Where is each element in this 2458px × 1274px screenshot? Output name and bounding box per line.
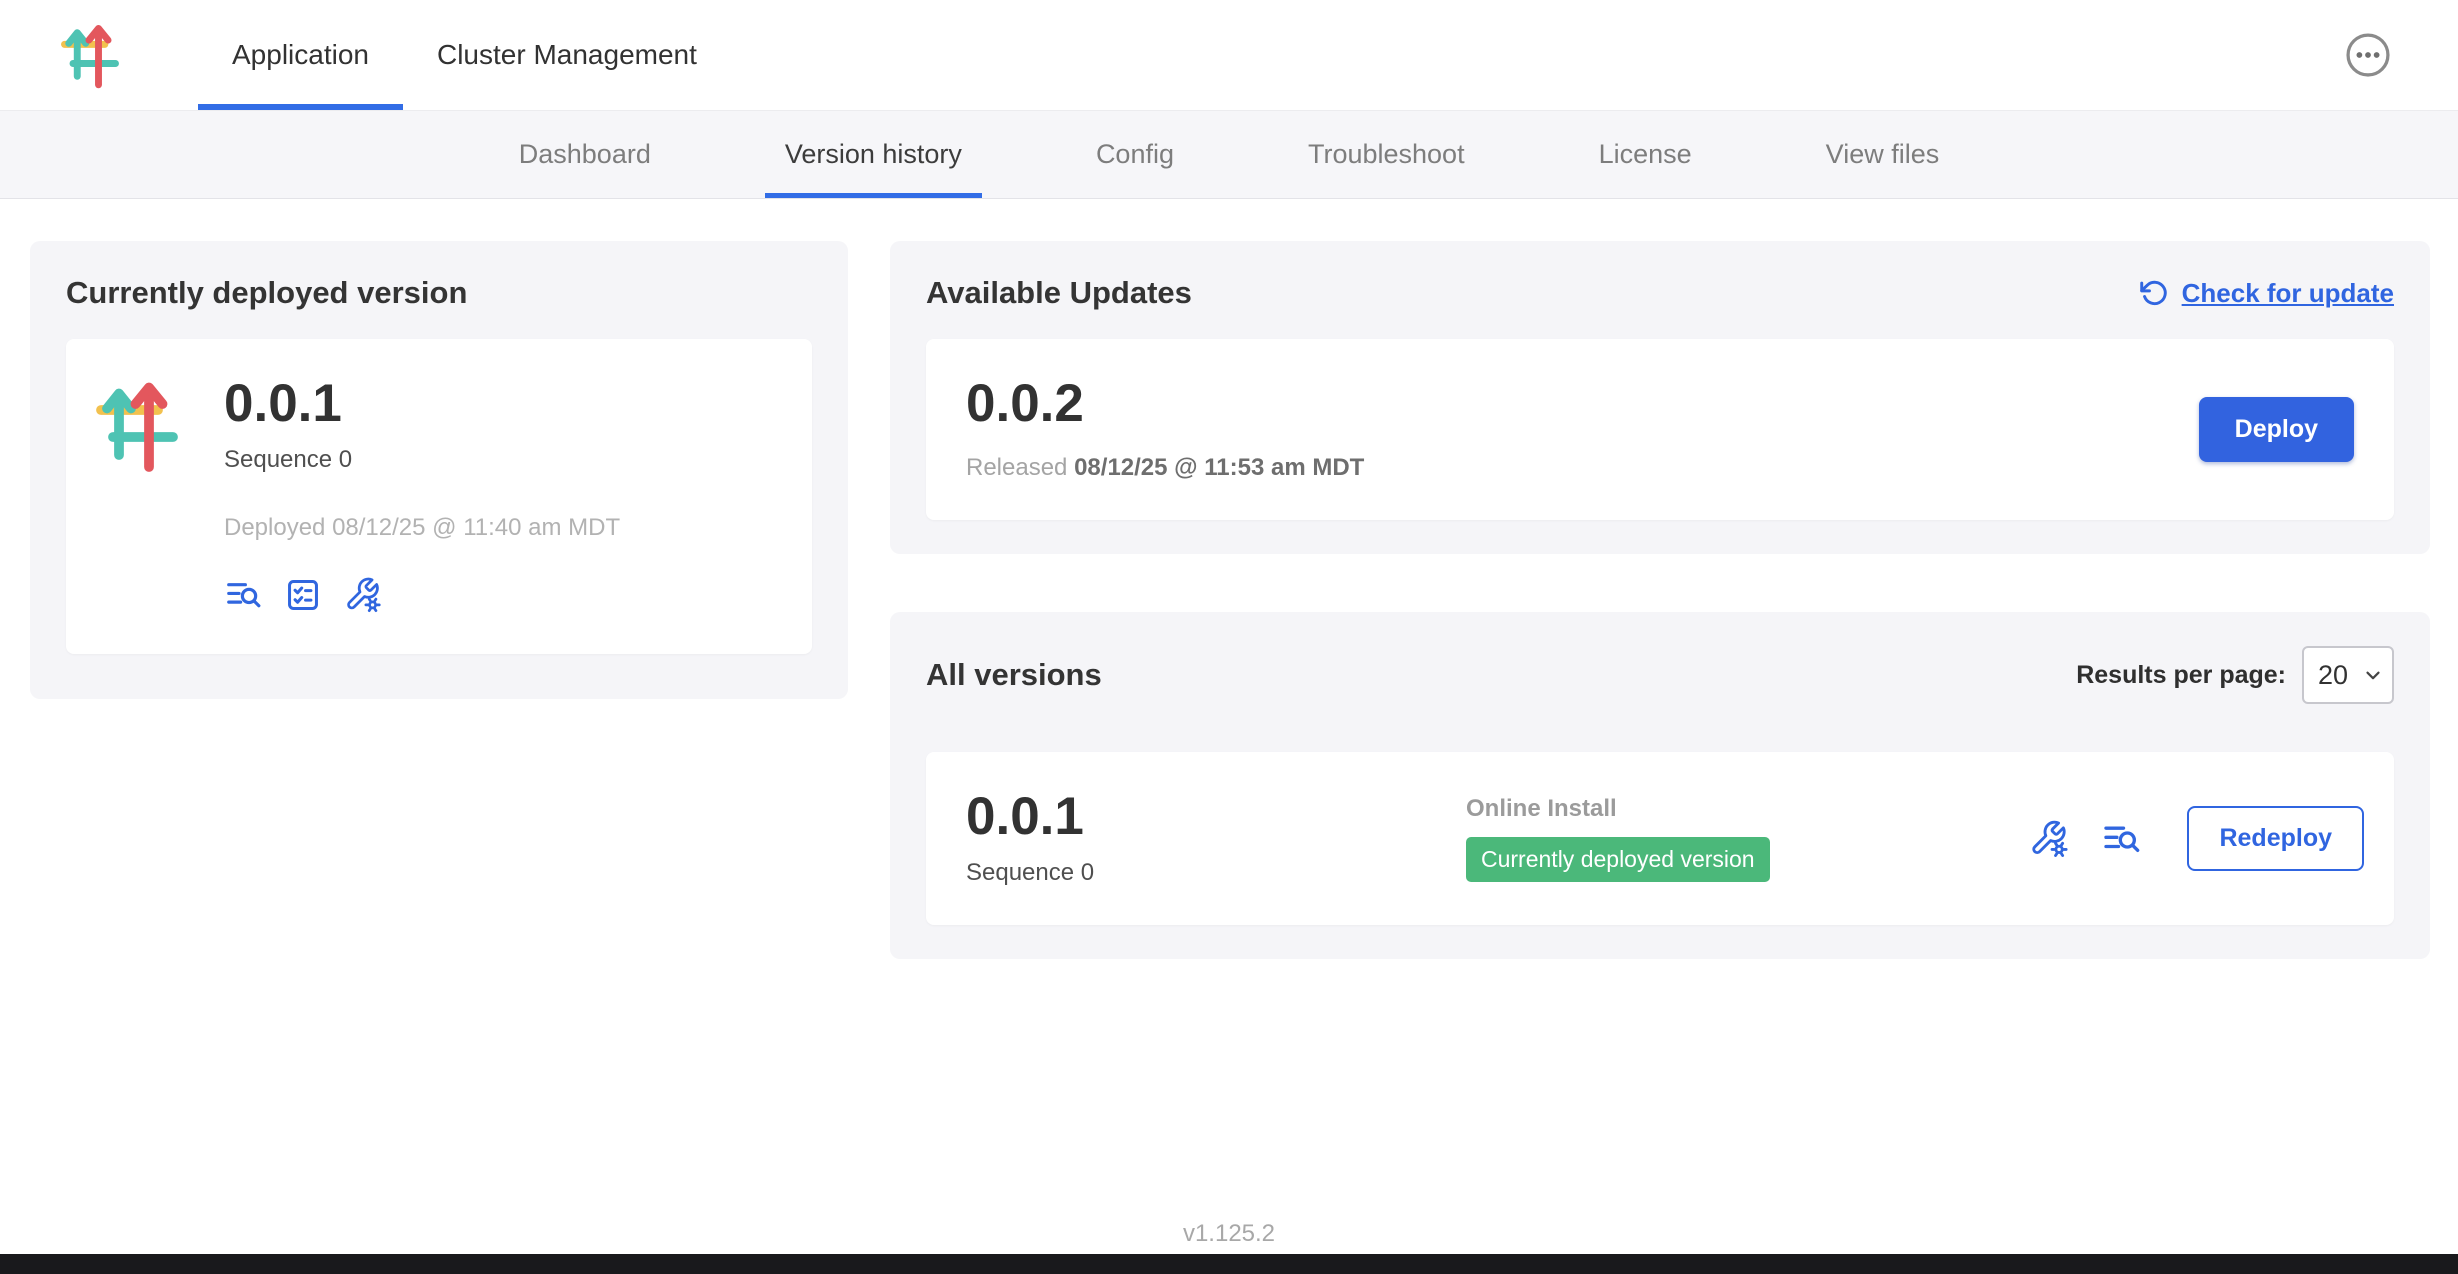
edit-config-wrench-icon[interactable] xyxy=(2029,819,2069,859)
install-type-label: Online Install xyxy=(1466,795,2029,823)
subnav-item-license[interactable]: License xyxy=(1579,111,1712,198)
refresh-ccw-icon xyxy=(2138,277,2170,309)
currently-deployed-title: Currently deployed version xyxy=(66,275,812,311)
version-row: 0.0.1 Sequence 0 Online Install Currentl… xyxy=(926,752,2394,925)
version-row-status: Online Install Currently deployed versio… xyxy=(1466,795,2029,882)
results-per-page: Results per page: 20 xyxy=(2076,646,2394,704)
preflight-checklist-icon[interactable] xyxy=(284,576,322,614)
view-diff-icon[interactable] xyxy=(224,576,262,614)
available-updates-header: Available Updates Check for update xyxy=(926,275,2394,311)
right-column: Available Updates Check for update 0.0.2… xyxy=(890,241,2430,959)
deployed-version-panel: 0.0.1 Sequence 0 Deployed 08/12/25 @ 11:… xyxy=(66,339,812,654)
available-update-row: 0.0.2 Released 08/12/25 @ 11:53 am MDT D… xyxy=(926,339,2394,520)
available-updates-card: Available Updates Check for update 0.0.2… xyxy=(890,241,2430,554)
subnav-item-config[interactable]: Config xyxy=(1076,111,1194,198)
subnav-item-view-files[interactable]: View files xyxy=(1806,111,1960,198)
redeploy-button[interactable]: Redeploy xyxy=(2187,806,2364,871)
row-sequence: Sequence 0 xyxy=(966,859,1466,887)
deployed-version-actions xyxy=(224,576,620,614)
subnav-item-version-history[interactable]: Version history xyxy=(765,111,982,198)
results-per-page-select[interactable]: 20 xyxy=(2302,646,2394,704)
header-tabs: Application Cluster Management xyxy=(198,0,731,110)
header-tab-cluster-management[interactable]: Cluster Management xyxy=(403,0,731,110)
main-content: Currently deployed version 0.0.1 Sequenc… xyxy=(0,199,2458,959)
subnav-item-dashboard[interactable]: Dashboard xyxy=(499,111,671,198)
ellipsis-circle-icon xyxy=(2345,32,2391,78)
view-diff-icon[interactable] xyxy=(2101,819,2141,859)
row-version-number: 0.0.1 xyxy=(966,790,1466,843)
all-versions-title: All versions xyxy=(926,657,1102,693)
deploy-button[interactable]: Deploy xyxy=(2199,397,2354,462)
available-updates-title: Available Updates xyxy=(926,275,1192,311)
results-per-page-select-wrap: 20 xyxy=(2302,646,2394,704)
app-header: Application Cluster Management xyxy=(0,0,2458,111)
deployed-version-number: 0.0.1 xyxy=(224,377,620,430)
app-logo-icon xyxy=(92,377,182,473)
app-logo xyxy=(58,21,122,89)
header-tab-application[interactable]: Application xyxy=(198,0,403,110)
update-released-line: Released 08/12/25 @ 11:53 am MDT xyxy=(966,454,1364,482)
console-version: v1.125.2 xyxy=(0,1220,2458,1248)
edit-config-wrench-icon[interactable] xyxy=(344,576,382,614)
all-versions-card: All versions Results per page: 20 xyxy=(890,612,2430,959)
all-versions-header: All versions Results per page: 20 xyxy=(926,646,2394,704)
version-row-details: 0.0.1 Sequence 0 xyxy=(966,790,1466,887)
bottom-bar xyxy=(0,1254,2458,1274)
more-menu-button[interactable] xyxy=(2344,31,2392,79)
version-row-actions: Redeploy xyxy=(2029,806,2364,871)
results-per-page-label: Results per page: xyxy=(2076,661,2286,690)
currently-deployed-card: Currently deployed version 0.0.1 Sequenc… xyxy=(30,241,848,699)
deployed-sequence: Sequence 0 xyxy=(224,446,620,474)
currently-deployed-badge: Currently deployed version xyxy=(1466,837,1770,882)
released-prefix: Released xyxy=(966,454,1067,481)
check-for-update-label: Check for update xyxy=(2182,278,2394,309)
deployed-timestamp: Deployed 08/12/25 @ 11:40 am MDT xyxy=(224,514,620,542)
app-subnav: Dashboard Version history Config Trouble… xyxy=(0,111,2458,199)
released-date: 08/12/25 @ 11:53 am MDT xyxy=(1074,454,1364,481)
update-version-number: 0.0.2 xyxy=(966,377,1364,430)
deployed-version-details: 0.0.1 Sequence 0 Deployed 08/12/25 @ 11:… xyxy=(224,377,620,614)
app-logo-icon xyxy=(58,21,122,89)
subnav-item-troubleshoot[interactable]: Troubleshoot xyxy=(1288,111,1485,198)
update-details: 0.0.2 Released 08/12/25 @ 11:53 am MDT xyxy=(966,377,1364,482)
check-for-update-link[interactable]: Check for update xyxy=(2138,277,2394,309)
